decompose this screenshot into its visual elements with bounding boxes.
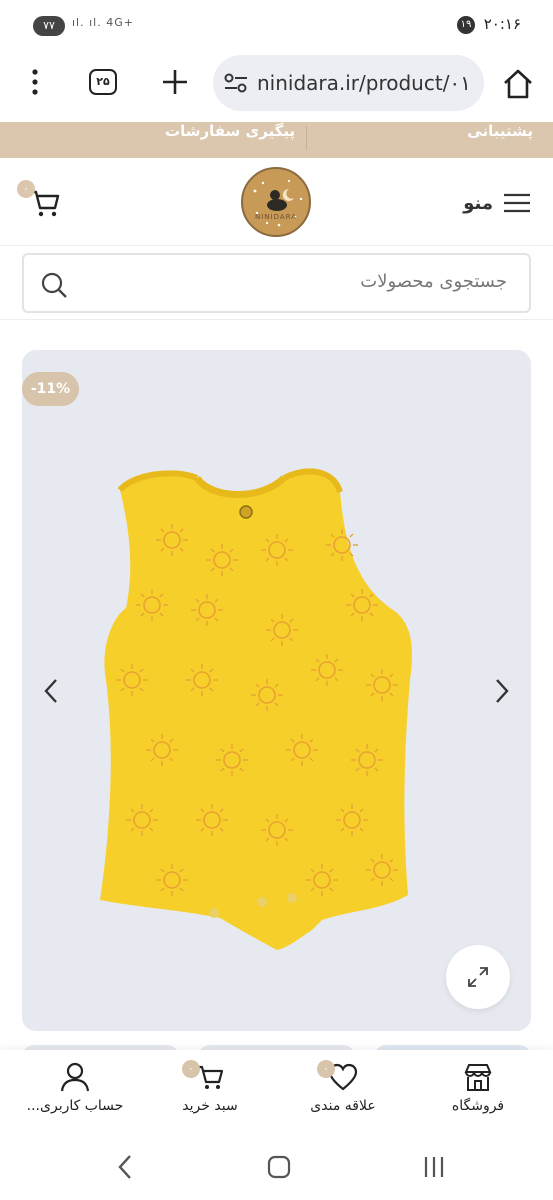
notification-badge: ۱۹ — [457, 16, 475, 34]
tab-switcher-button[interactable]: ۲۵ — [89, 69, 117, 95]
user-icon — [60, 1062, 90, 1092]
site-settings-icon[interactable] — [223, 72, 249, 94]
chevron-left-icon[interactable] — [36, 674, 66, 708]
nav-cart[interactable]: سبد خرید ۰ — [145, 1060, 275, 1126]
expand-icon — [468, 967, 488, 987]
store-icon — [464, 1064, 492, 1091]
menu-button[interactable]: منو — [463, 188, 531, 218]
nav-wishlist[interactable]: علاقه مندی ۰ — [278, 1060, 408, 1126]
address-bar[interactable]: ninidara.ir/product/۰۱ — [213, 55, 484, 111]
more-options-icon[interactable] — [26, 67, 44, 97]
product-image[interactable] — [22, 350, 531, 1031]
battery-indicator: ۷۷ — [33, 16, 65, 36]
url-text: ninidara.ir/product/۰۱ — [257, 71, 471, 95]
logo-baby-icon — [253, 179, 303, 227]
site-header: منو NINIDARA ۰ — [0, 158, 553, 246]
site-logo[interactable]: NINIDARA — [241, 167, 311, 237]
nav-account[interactable]: حساب کاربری... — [10, 1062, 140, 1126]
hamburger-icon — [504, 193, 530, 213]
nav-cart-label: سبد خرید — [182, 1098, 238, 1114]
chevron-right-icon[interactable] — [487, 674, 517, 708]
menu-label: منو — [463, 192, 493, 214]
wishlist-count-badge: ۰ — [317, 1060, 335, 1078]
network-type: 4G+ — [106, 16, 134, 29]
signal-bars-icon: ıl. ıl. — [72, 16, 102, 29]
support-link[interactable]: پشتیبانی — [467, 122, 533, 140]
cart-count-badge: ۰ — [182, 1060, 200, 1078]
divider — [0, 319, 553, 320]
search-placeholder: جستجوی محصولات — [360, 271, 507, 292]
top-links-strip: پشتیبانی پیگیری سفارشات — [0, 122, 553, 158]
nav-wishlist-label: علاقه مندی — [310, 1098, 376, 1114]
order-tracking-link[interactable]: پیگیری سفارشات — [165, 122, 295, 140]
nav-shop-label: فروشگاه — [451, 1098, 505, 1114]
browser-toolbar: ۲۵ ninidara.ir/product/۰۱ — [0, 50, 553, 122]
search-input[interactable]: جستجوی محصولات — [22, 253, 531, 313]
home-icon[interactable] — [500, 66, 536, 102]
recent-apps-icon[interactable] — [419, 1152, 449, 1182]
search-icon[interactable] — [40, 271, 68, 299]
home-button-icon[interactable] — [264, 1152, 294, 1182]
discount-badge: -11% — [22, 372, 79, 406]
status-time: ۲۰:۱۶ — [483, 15, 521, 33]
bottom-navigation: فروشگاه علاقه مندی ۰ سبد خرید ۰ حساب کار… — [0, 1050, 553, 1132]
strip-divider — [306, 126, 307, 150]
system-navigation-bar — [0, 1132, 553, 1200]
back-icon[interactable] — [111, 1150, 141, 1184]
nav-account-label: حساب کاربری... — [26, 1098, 124, 1114]
cart-count-badge: ۰ — [17, 180, 35, 198]
signal-indicator: ıl. ıl. 4G+ — [72, 16, 134, 29]
status-bar: ۷۷ ıl. ıl. 4G+ ۱۹ ۲۰:۱۶ — [0, 0, 553, 50]
header-cart-button[interactable]: ۰ — [17, 180, 63, 220]
zoom-button[interactable] — [446, 945, 510, 1009]
logo-text: NINIDARA — [254, 213, 298, 221]
nav-shop[interactable]: فروشگاه — [413, 1062, 543, 1126]
new-tab-icon[interactable] — [160, 67, 190, 97]
yellow-romper-image — [100, 468, 412, 950]
